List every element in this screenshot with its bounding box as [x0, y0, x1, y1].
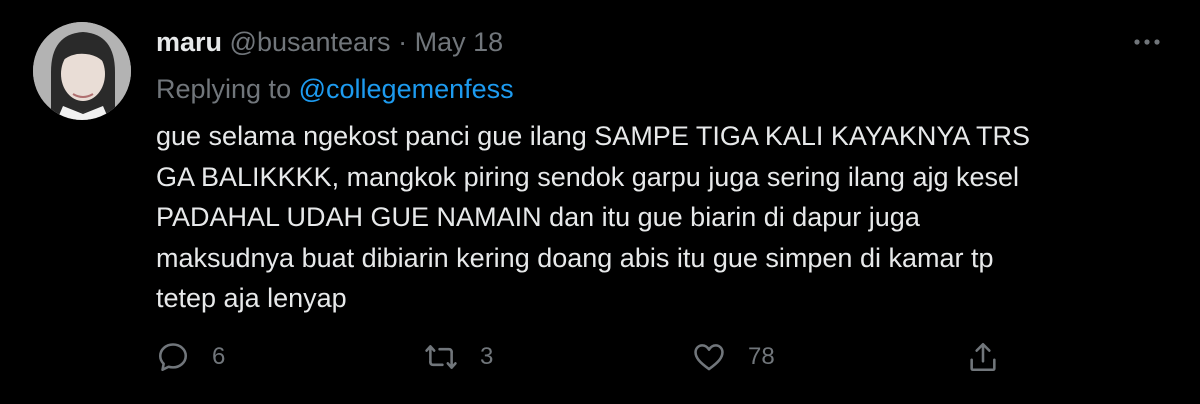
separator: ·: [398, 27, 408, 57]
tweet: maru @busantears · May 18 Replying to @c…: [0, 0, 1200, 404]
share-button[interactable]: [966, 340, 1000, 374]
tweet-header: maru @busantears · May 18: [156, 26, 503, 58]
like-button[interactable]: 78: [692, 340, 775, 374]
like-count: 78: [748, 343, 775, 370]
tweet-text-line: GA BALIKKKK, mangkok piring sendok garpu…: [156, 161, 1020, 192]
replying-prefix: Replying to: [156, 74, 292, 104]
reply-button[interactable]: 6: [156, 340, 225, 374]
retweet-button[interactable]: 3: [424, 340, 493, 374]
tweet-text-line: PADAHAL UDAH GUE NAMAIN dan itu gue biar…: [156, 202, 920, 232]
user-handle[interactable]: @busantears: [230, 27, 391, 57]
reply-icon: [158, 343, 188, 372]
mention-link[interactable]: @collegemenfess: [299, 74, 514, 104]
tweet-text-line: tetep aja lenyap: [156, 283, 347, 313]
like-icon: [694, 344, 724, 371]
user-name[interactable]: maru: [156, 27, 222, 57]
reply-count: 6: [212, 343, 226, 370]
replying-to: Replying to @collegemenfess: [156, 73, 514, 105]
retweet-icon: [425, 345, 457, 369]
avatar-image: [33, 22, 131, 120]
avatar[interactable]: [33, 22, 131, 120]
tweet-date[interactable]: May 18: [415, 27, 504, 57]
tweet-text-line: maksudnya buat dibiarin kering doang abi…: [156, 242, 994, 273]
tweet-text-line: gue selama ngekost panci gue ilang SAMPE…: [156, 121, 1030, 151]
tweet-text: gue selama ngekost panci gue ilang SAMPE…: [156, 116, 1156, 319]
retweet-count: 3: [480, 343, 494, 370]
share-icon: [970, 342, 996, 372]
more-icon[interactable]: [1130, 30, 1164, 54]
